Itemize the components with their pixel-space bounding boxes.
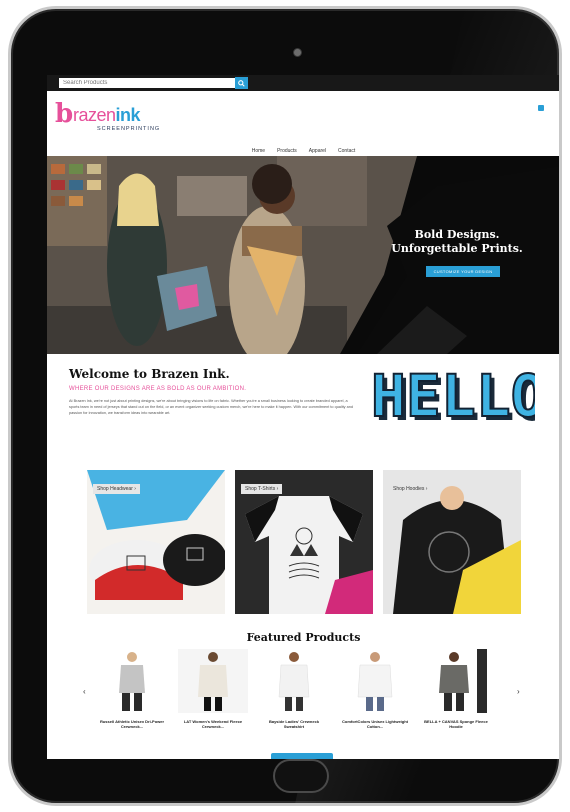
- welcome-body: At Brazen Ink, we're not just about prin…: [69, 399, 353, 415]
- brand-logo[interactable]: b razenink SCREENPRINTING: [55, 99, 175, 139]
- category-card-hoodies[interactable]: Shop Hoodies ›: [383, 470, 521, 614]
- featured-title: Featured Products: [246, 631, 361, 644]
- product-name[interactable]: Russell Athletic Unisex Dri-Power Crewne…: [97, 719, 167, 729]
- product-card[interactable]: BELLA + CANVAS Sponge Fleece Hoodie: [421, 649, 491, 729]
- search-icon: [238, 79, 245, 87]
- category-card-tshirts[interactable]: Shop T-Shirts ›: [235, 470, 373, 614]
- search-button[interactable]: [235, 77, 248, 89]
- website-screen: b razenink SCREENPRINTING Home Products …: [47, 75, 559, 759]
- front-camera: [293, 48, 302, 57]
- hello-graphic: HELLO HELLO: [371, 362, 535, 432]
- featured-products-carousel: ‹ › Russell Athletic Unisex Dri-Power Cr…: [47, 649, 559, 759]
- welcome-title: Welcome to Brazen Ink.: [69, 367, 230, 381]
- logo-mark: b: [55, 99, 74, 129]
- hero-cta-button[interactable]: CUSTOMIZE YOUR DESIGN: [426, 266, 500, 277]
- product-card[interactable]: ComfortColors Unisex Lightweight Cotton.…: [340, 649, 410, 729]
- product-card[interactable]: LAT Women's Weekend Fleece Crewneck...: [178, 649, 248, 729]
- main-nav: Home Products Apparel Contact: [47, 145, 559, 156]
- cart-button[interactable]: [536, 105, 546, 113]
- product-image: [421, 649, 491, 713]
- nav-item-contact[interactable]: Contact: [338, 148, 355, 154]
- product-name[interactable]: LAT Women's Weekend Fleece Crewneck...: [178, 719, 248, 729]
- product-image: [178, 649, 248, 713]
- nav-item-products[interactable]: Products: [277, 148, 297, 154]
- product-image: [259, 649, 329, 713]
- carousel-prev-icon[interactable]: ‹: [83, 687, 86, 696]
- welcome-section: Welcome to Brazen Ink. WHERE OUR DESIGNS…: [47, 354, 559, 464]
- logo-wordmark: razenink: [73, 105, 141, 125]
- logo-tagline: SCREENPRINTING: [97, 126, 161, 132]
- nav-item-home[interactable]: Home: [252, 148, 265, 154]
- product-name[interactable]: Bayside Ladies' Crewneck Sweatshirt: [259, 719, 329, 729]
- welcome-subtitle: WHERE OUR DESIGNS ARE AS BOLD AS OUR AMB…: [69, 386, 247, 392]
- cart-icon: [538, 105, 544, 111]
- home-button[interactable]: [273, 759, 329, 793]
- site-header: b razenink SCREENPRINTING: [47, 91, 559, 145]
- product-card[interactable]: Russell Athletic Unisex Dri-Power Crewne…: [97, 649, 167, 729]
- hero-title: Bold Designs. Unforgettable Prints.: [391, 228, 523, 255]
- hello-text: HELLO: [371, 362, 535, 430]
- product-name[interactable]: ComfortColors Unisex Lightweight Cotton.…: [340, 719, 410, 729]
- product-card[interactable]: Bayside Ladies' Crewneck Sweatshirt: [259, 649, 329, 729]
- top-bar: [47, 75, 559, 91]
- tablet-frame: b razenink SCREENPRINTING Home Products …: [8, 6, 562, 806]
- product-image: [340, 649, 410, 713]
- category-label-tshirts: Shop T-Shirts ›: [241, 484, 283, 494]
- category-card-headwear[interactable]: Shop Headwear ›: [87, 470, 225, 614]
- category-label-hoodies: Shop Hoodies ›: [389, 484, 432, 494]
- product-name[interactable]: BELLA + CANVAS Sponge Fleece Hoodie: [421, 719, 491, 729]
- product-image: [97, 649, 167, 713]
- nav-item-apparel[interactable]: Apparel: [309, 148, 326, 154]
- category-label-headwear: Shop Headwear ›: [93, 484, 140, 494]
- search-input[interactable]: [59, 78, 235, 88]
- category-grid: Shop Headwear › Shop T-Shirts › Shop Hoo…: [47, 470, 559, 618]
- carousel-next-icon[interactable]: ›: [517, 687, 520, 696]
- hero-banner: Bold Designs. Unforgettable Prints. CUST…: [47, 156, 559, 354]
